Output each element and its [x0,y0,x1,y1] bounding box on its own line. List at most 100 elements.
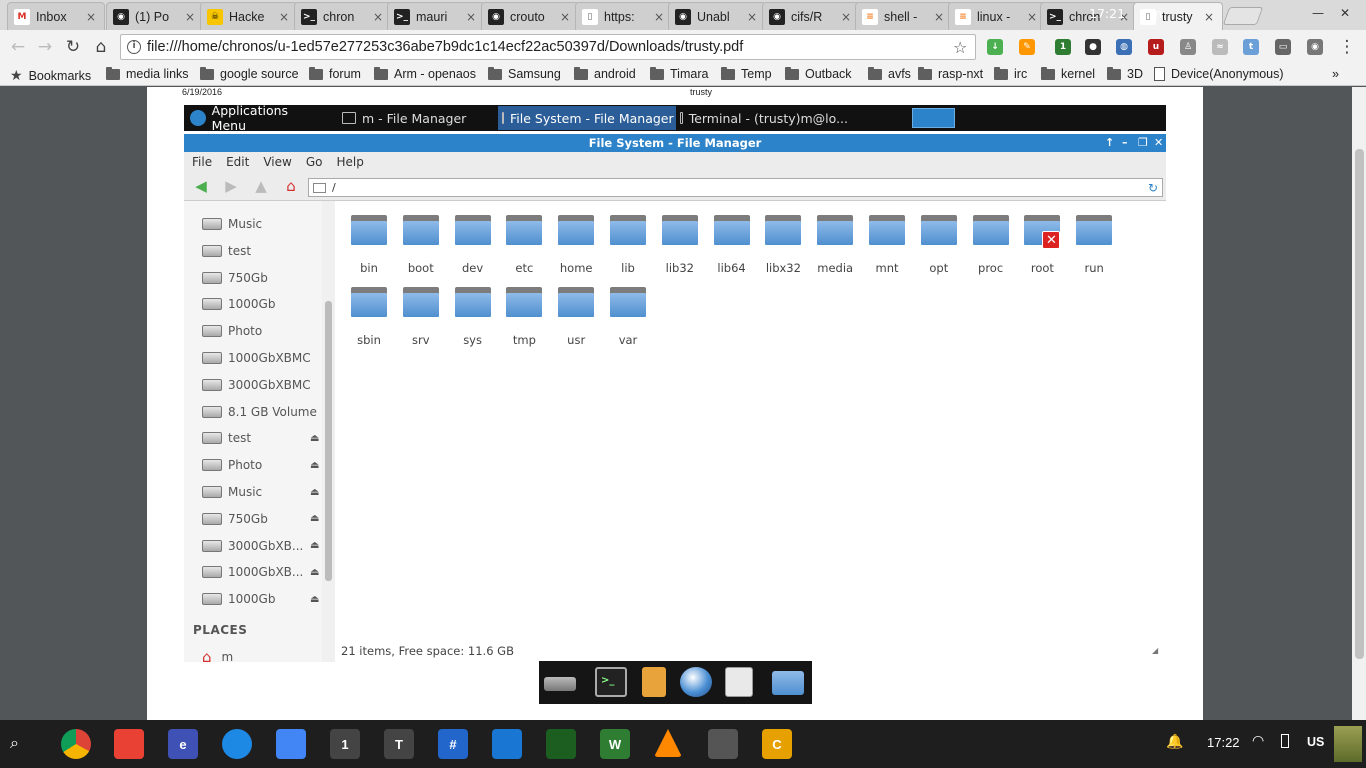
menu-view[interactable]: View [263,155,291,169]
tab-close-icon[interactable]: × [652,10,666,24]
sidebar-scroll-thumb[interactable] [325,301,332,581]
sidebar-device[interactable]: 750Gb [202,269,322,287]
folder-item[interactable]: dev [448,201,498,275]
menu-edit[interactable]: Edit [226,155,249,169]
taskbar-button[interactable]: File System - File Manager [498,106,676,130]
rss-extension-icon[interactable]: ≈ [1212,39,1228,55]
eject-icon[interactable]: ⏏ [310,567,322,578]
folder-item[interactable]: media [810,201,860,275]
close-window-button[interactable]: ✕ [1340,6,1350,20]
dock-browser-icon[interactable] [680,667,712,697]
user-extension-icon[interactable]: ♙ [1180,39,1196,55]
translate-extension-icon[interactable]: t [1243,39,1259,55]
folder-item[interactable]: lib [603,201,653,275]
system-clock[interactable]: 17:22 [1207,735,1240,750]
tab-close-icon[interactable]: × [839,10,853,24]
folder-item[interactable]: var [603,273,653,347]
sidebar-device[interactable]: 1000GbXBMC [202,349,322,367]
eject-icon[interactable]: ⏏ [310,487,322,498]
crosh-icon[interactable] [546,729,576,759]
globe-extension-icon[interactable]: ◍ [1116,39,1132,55]
bookmark-folder[interactable]: rasp-nxt [918,66,983,81]
bookmark-star-icon[interactable]: ☆ [953,38,975,57]
folder-item[interactable]: lib64 [707,201,757,275]
folder-item[interactable]: opt [914,201,964,275]
eject-icon[interactable]: ⏏ [310,594,322,605]
gmail-icon[interactable] [114,729,144,759]
browser-tab[interactable]: ◉ crouto × [481,2,579,30]
caret-icon[interactable]: C [762,729,792,759]
browser-tab[interactable]: >_ mauri × [387,2,485,30]
webcam-icon[interactable] [708,729,738,759]
dock-cabinet-icon[interactable] [642,667,666,697]
tab-close-icon[interactable]: × [1025,10,1039,24]
elinks-icon[interactable]: e [168,729,198,759]
bookmark-star[interactable]: ★ Bookmarks [10,67,91,84]
webcam-extension-icon[interactable]: ● [1085,39,1101,55]
dock-folder-icon[interactable] [772,671,804,695]
folder-item[interactable]: libx32 [758,201,808,275]
ublock-extension-icon[interactable]: u [1148,39,1164,55]
tab-close-icon[interactable]: × [277,10,291,24]
files-icon[interactable] [222,729,252,759]
browser-tab[interactable]: ▯ trusty × [1133,2,1223,30]
profile-extension-icon[interactable]: ◉ [1307,39,1323,55]
dock-drive-icon[interactable] [544,677,576,691]
bookmarks-overflow-button[interactable]: » [1332,67,1339,81]
tab-close-icon[interactable]: × [464,10,478,24]
bookmark-folder[interactable]: Temp [721,66,772,81]
folder-item[interactable]: tmp [499,273,549,347]
bookmark-folder[interactable]: avfs [868,66,911,81]
bird-icon[interactable] [492,729,522,759]
fm-back-icon[interactable]: ◀ [192,178,210,194]
folder-item[interactable]: sys [448,273,498,347]
workspace-switcher[interactable] [912,108,955,128]
folder-item[interactable]: usr [551,273,601,347]
vlc-icon[interactable] [654,729,682,757]
fm-forward-icon[interactable]: ▶ [222,178,240,194]
notifications-icon[interactable]: 🔔 [1166,734,1183,750]
folder-item[interactable]: bin [344,201,394,275]
bookmark-folder[interactable]: irc [994,66,1027,81]
folder-item[interactable]: proc [966,201,1016,275]
bookmark-folder[interactable]: forum [309,66,361,81]
browser-tab[interactable]: ◉ (1) Po × [106,2,204,30]
menu-file[interactable]: File [192,155,212,169]
eject-icon[interactable]: ⏏ [310,513,322,524]
tab-close-icon[interactable]: × [371,10,385,24]
browser-tab[interactable]: ☠ Hacke × [200,2,298,30]
fm-home-icon[interactable]: ⌂ [282,178,300,194]
bookmark-folder[interactable]: google source [200,66,299,81]
menu-go[interactable]: Go [306,155,323,169]
browser-tab[interactable]: >_ chron × [294,2,392,30]
pen-extension-icon[interactable]: ✎ [1019,39,1035,55]
bookmark-folder[interactable]: kernel [1041,66,1095,81]
bookmark-folder[interactable]: 3D [1107,66,1143,81]
menu-icon[interactable]: ⋮ [1337,37,1357,57]
tab-close-icon[interactable]: × [84,10,98,24]
fm-up-icon[interactable]: ▲ [252,178,270,194]
launcher-search-icon[interactable]: ⌕ [10,733,32,755]
window-close-icon[interactable]: ✕ [1154,134,1163,152]
eject-icon[interactable]: ⏏ [310,460,322,471]
taskbar-button[interactable]: m - File Manager [338,106,498,130]
terminal-1-icon[interactable]: 1 [330,729,360,759]
menu-help[interactable]: Help [336,155,363,169]
window-maximize-icon[interactable]: ❐ [1138,134,1148,152]
sidebar-scrollbar[interactable] [322,201,335,662]
download-extension-icon[interactable]: ↓ [987,39,1003,55]
tab-close-icon[interactable]: × [745,10,759,24]
folder-item[interactable]: run [1069,201,1119,275]
dock-terminal-icon[interactable]: >_ [595,667,627,697]
sidebar-place[interactable]: ⌂ m [202,648,322,662]
sidebar-device[interactable]: 8.1 GB Volume [202,403,322,421]
back-button[interactable]: ← [8,37,28,57]
minimize-button[interactable]: — [1312,6,1324,20]
browser-tab[interactable]: ◉ cifs/R × [762,2,860,30]
url-text[interactable]: file:///home/chronos/u-1ed57e277253c36ab… [147,39,953,55]
window-up-icon[interactable]: ↑ [1105,134,1114,152]
reload-location-icon[interactable]: ↻ [1148,181,1158,195]
taskbar-button[interactable]: Terminal - (trusty)m@lo... [676,106,852,130]
folder-item[interactable]: home [551,201,601,275]
browser-tab[interactable]: ▯ https: × [575,2,673,30]
